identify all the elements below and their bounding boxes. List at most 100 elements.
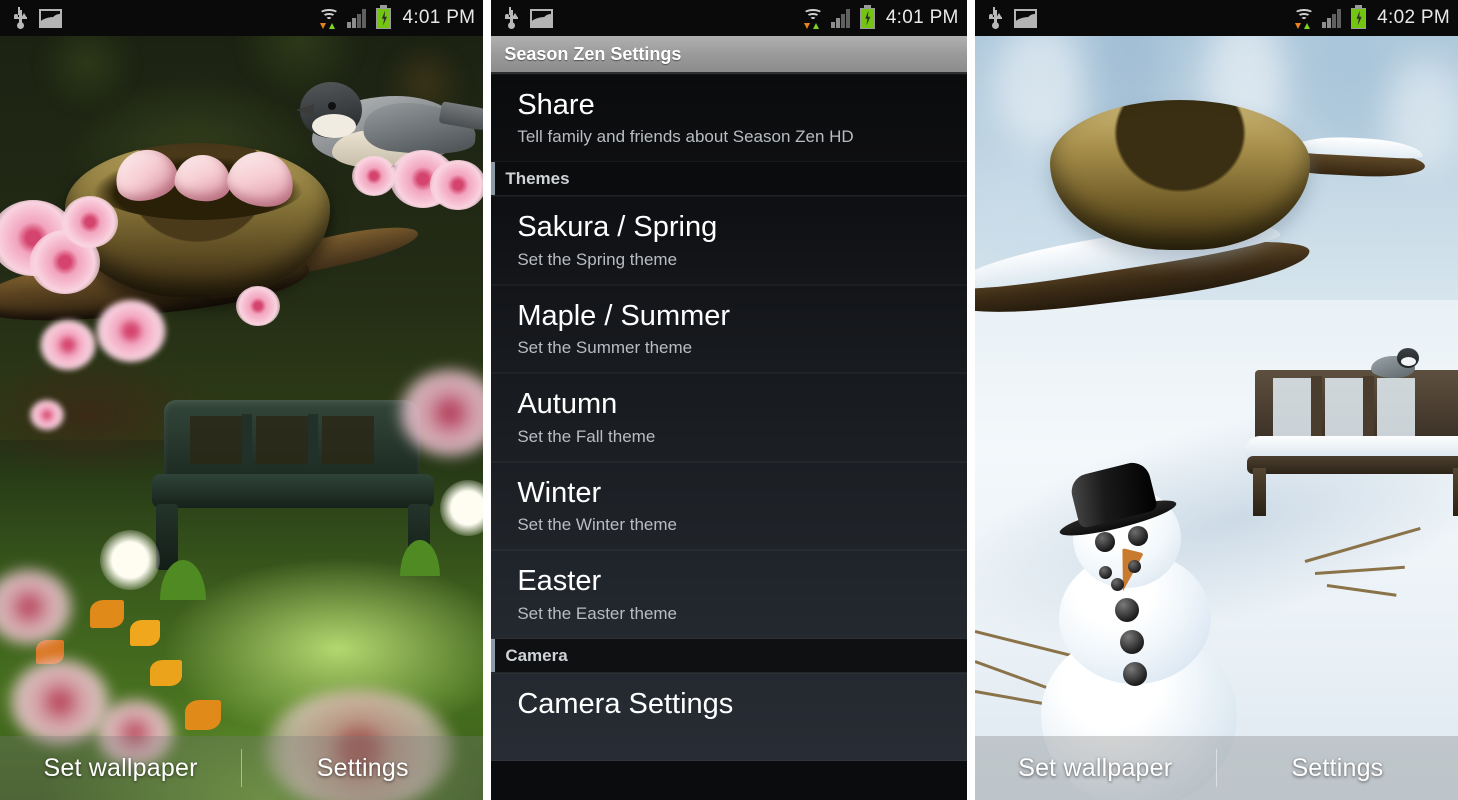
status-icons-left (14, 7, 62, 29)
bench-gap (1376, 378, 1415, 436)
bench-slat (1362, 376, 1374, 440)
snowman-button (1114, 598, 1139, 622)
bench-slat (1310, 376, 1322, 440)
status-icons-right: 4:02 PM (1293, 4, 1450, 29)
snowman-button (1122, 662, 1147, 686)
autumn-leaf (90, 600, 124, 628)
status-clock: 4:02 PM (1377, 7, 1450, 28)
item-subtitle: Set the Spring theme (517, 249, 678, 269)
cherry-blossom (430, 160, 484, 210)
spring-wallpaper-scene[interactable] (0, 0, 484, 800)
item-subtitle: Set the Fall theme (517, 426, 656, 446)
settings-item-easter[interactable]: Easter Set the Easter theme (491, 550, 967, 639)
usb-icon (14, 7, 27, 29)
wifi-icon (802, 8, 824, 29)
settings-item-sakura-spring[interactable]: Sakura / Spring Set the Spring theme (491, 196, 967, 285)
settings-screen: Season Zen Settings Share Tell family an… (491, 0, 967, 800)
wifi-upload-arrow-icon (1304, 23, 1311, 29)
bench-slat (242, 414, 252, 466)
section-header-themes: Themes (491, 162, 967, 197)
bench-slat (308, 414, 318, 466)
settings-list[interactable]: Share Tell family and friends about Seas… (491, 74, 967, 800)
bird-eye (328, 102, 336, 110)
snowman-eye (1127, 526, 1148, 546)
screenshot-root: 4:01 PM Set wallpaper Settings Season Ze… (0, 0, 1458, 800)
settings-button[interactable]: Settings (1217, 754, 1458, 783)
wifi-icon (318, 8, 340, 29)
bench-seat (152, 474, 434, 508)
bench-gap (190, 416, 242, 464)
cherry-blossom (96, 300, 166, 362)
autumn-leaf (130, 620, 160, 646)
status-icons-left (988, 7, 1037, 29)
bench-gap (256, 416, 308, 464)
section-header-camera: Camera (491, 638, 967, 673)
status-clock: 4:01 PM (885, 7, 959, 28)
snow-covered-bench (1244, 370, 1458, 550)
snowman-mouth-coal (1127, 560, 1141, 573)
bench-seat (1246, 456, 1458, 474)
signal-icon (347, 8, 369, 28)
snowman-button (1119, 630, 1144, 654)
autumn-leaf (150, 660, 182, 686)
set-wallpaper-button[interactable]: Set wallpaper (0, 754, 241, 783)
status-icons-right: 4:01 PM (802, 4, 959, 29)
battery-charging-icon (859, 4, 875, 29)
snowman-mouth-coal (1098, 566, 1112, 579)
wallpaper-action-bar: Set wallpaper Settings (974, 736, 1458, 800)
cherry-blossom (10, 660, 110, 744)
battery-charging-icon (1351, 4, 1367, 29)
snowman-mouth-coal (1110, 578, 1124, 591)
panel-settings: Season Zen Settings Share Tell family an… (491, 0, 967, 800)
settings-item-maple-summer[interactable]: Maple / Summer Set the Summer theme (491, 284, 967, 374)
wifi-download-arrow-icon (320, 23, 327, 29)
status-bar: 4:01 PM (0, 0, 484, 36)
settings-button[interactable]: Settings (242, 754, 483, 783)
panel-spring-wallpaper: 4:01 PM Set wallpaper Settings (0, 0, 484, 800)
settings-item-winter[interactable]: Winter Set the Winter theme (491, 461, 967, 551)
item-title: Share (517, 89, 595, 121)
white-flower (100, 530, 160, 590)
panel-winter-wallpaper: 4:02 PM Set wallpaper Settings (974, 0, 1458, 800)
cherry-blossom (352, 156, 396, 196)
set-wallpaper-button[interactable]: Set wallpaper (975, 754, 1216, 783)
bird-cheek (312, 114, 356, 138)
bird-beak (296, 104, 314, 116)
autumn-leaf (185, 700, 221, 730)
wifi-download-arrow-icon (803, 23, 810, 29)
cherry-blossom (236, 286, 280, 326)
status-bar: 4:01 PM (491, 0, 967, 36)
wallpaper-action-bar: Set wallpaper Settings (0, 736, 484, 800)
signal-icon (1322, 8, 1344, 28)
wifi-icon (1293, 8, 1315, 29)
usb-icon (505, 7, 519, 29)
bird-cheek (1400, 357, 1416, 366)
panel-separator (966, 0, 975, 800)
status-clock: 4:01 PM (402, 7, 476, 28)
settings-item-autumn[interactable]: Autumn Set the Fall theme (491, 373, 967, 462)
settings-title-bar: Season Zen Settings (491, 36, 967, 74)
panel-separator (483, 0, 492, 800)
signal-icon (830, 8, 853, 28)
bench-gap (1324, 378, 1363, 436)
item-subtitle: Set the Winter theme (517, 515, 677, 535)
chickadee-bird (1367, 348, 1423, 380)
item-title: Easter (517, 565, 602, 598)
winter-wallpaper-scene[interactable] (974, 0, 1458, 800)
snowman-eye (1094, 532, 1115, 552)
item-title: Sakura / Spring (517, 211, 718, 244)
item-subtitle: Set the Summer theme (517, 338, 693, 358)
park-bench (150, 400, 440, 590)
item-subtitle: Tell family and friends about Season Zen… (517, 127, 854, 147)
status-icons-right: 4:01 PM (318, 4, 476, 29)
wifi-upload-arrow-icon (329, 23, 336, 29)
gallery-icon (530, 8, 554, 28)
bench-leg (1452, 468, 1458, 516)
item-title: Winter (517, 476, 602, 509)
item-title: Camera Settings (517, 687, 734, 720)
wifi-upload-arrow-icon (812, 23, 819, 29)
usb-icon (988, 7, 1002, 29)
settings-item-share[interactable]: Share Tell family and friends about Seas… (491, 74, 967, 163)
settings-item-camera-settings[interactable]: Camera Settings (491, 672, 967, 762)
bench-gap (322, 416, 374, 464)
